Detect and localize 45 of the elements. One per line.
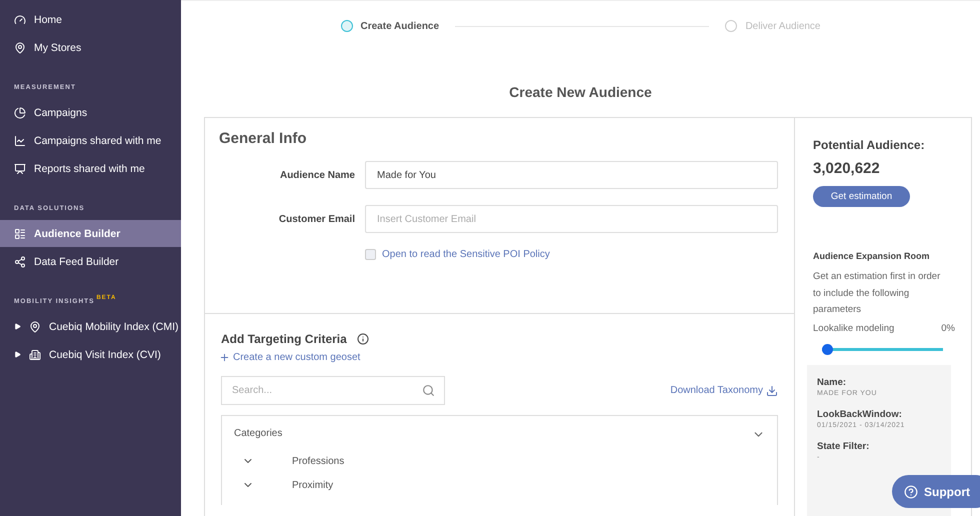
search-field[interactable]: Search... [221, 376, 445, 405]
expand-icon[interactable] [14, 323, 21, 330]
sidebar-item[interactable]: Reports shared with me [0, 155, 181, 182]
category-item[interactable]: Proximity [234, 473, 765, 497]
policy-checkbox[interactable]: Open to read the Sensitive POI Policy [365, 249, 778, 260]
support-button[interactable]: Support [892, 475, 980, 508]
expansion-text: Get an estimation first in order to include the following parameters [813, 270, 942, 318]
section-title: Add Targeting Criteria [221, 332, 347, 346]
info-icon[interactable] [356, 333, 369, 345]
sidebar-item[interactable]: Audience Builder [0, 220, 181, 247]
help-icon [904, 484, 918, 498]
slider-reading: 0% [941, 322, 955, 334]
input-field[interactable]: Insert Customer Email [365, 205, 778, 233]
checkbox[interactable] [365, 249, 376, 260]
sidebar-item[interactable]: Cuebiq Mobility Index (CMI) [0, 313, 181, 340]
summary-label: LookBackWindow: [817, 408, 903, 420]
estimation-button[interactable]: Get estimation [813, 186, 910, 207]
sidebar-item[interactable]: Cuebiq Visit Index (CVI) [0, 341, 181, 368]
audience-count: 3,020,622 [813, 160, 881, 177]
download-icon [766, 384, 778, 396]
step-label[interactable]: Create Audience [360, 20, 440, 32]
sidebar-item[interactable]: Data Feed Builder [0, 248, 181, 275]
sidebar-item[interactable]: Home [0, 6, 181, 33]
sidebar-item[interactable]: Campaigns shared with me [0, 127, 181, 154]
category-item[interactable]: Professions [234, 449, 765, 473]
page-title: Create New Audience [509, 84, 652, 100]
summary-label: State Filter: [817, 440, 870, 452]
input-field[interactable]: Made for You [365, 161, 778, 189]
create-geoset-link[interactable]: Create a new custom geoset [219, 352, 778, 363]
summary-label: Name: [817, 376, 848, 388]
plus-icon [219, 352, 230, 363]
sidebar-item[interactable]: My Stores [0, 34, 181, 61]
categories-title: Categories [234, 428, 282, 441]
field-label: Customer Email [278, 214, 355, 224]
expand-icon[interactable] [14, 351, 21, 358]
section-title: General Info [219, 130, 308, 147]
expansion-title: Audience Expansion Room [813, 251, 931, 261]
slider-thumb[interactable] [822, 344, 833, 355]
search-icon[interactable] [422, 384, 435, 397]
policy-link[interactable]: Open to read the Sensitive POI Policy [382, 249, 550, 260]
download-link[interactable]: Download Taxonomy [670, 384, 778, 396]
field-label: Audience Name [278, 170, 355, 180]
slider-label: Lookalike modeling [813, 322, 894, 334]
potential-title: Potential Audience: [813, 138, 926, 152]
sidebar-item[interactable]: Campaigns [0, 99, 181, 126]
